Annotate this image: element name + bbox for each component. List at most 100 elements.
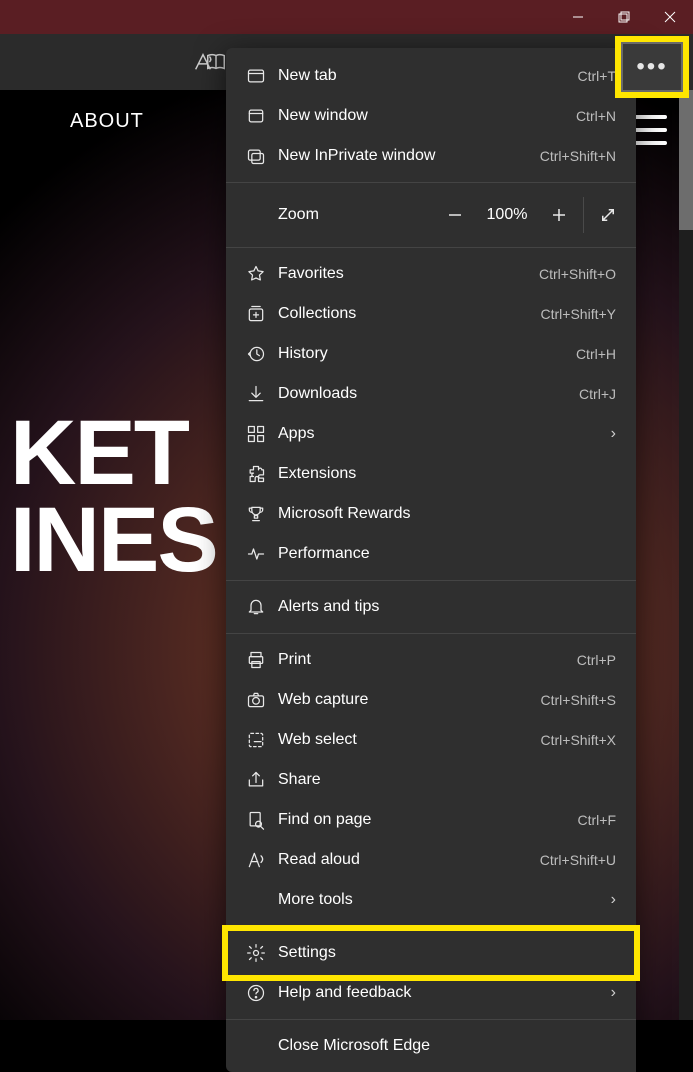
menu-shortcut: Ctrl+P (577, 652, 616, 668)
menu-label: Share (272, 771, 616, 789)
more-menu-button[interactable]: ••• (621, 42, 683, 92)
menu-shortcut: Ctrl+Shift+N (540, 148, 616, 164)
minimize-icon (572, 11, 584, 23)
menu-shortcut: Ctrl+Shift+O (539, 266, 616, 282)
menu-label: Downloads (272, 385, 579, 403)
chevron-right-icon: › (611, 425, 616, 443)
share-icon (240, 770, 272, 790)
menu-label: Collections (272, 305, 541, 323)
menu-shortcut: Ctrl+Shift+X (541, 732, 616, 748)
menu-shortcut: Ctrl+H (576, 346, 616, 362)
menu-share[interactable]: Share (226, 760, 636, 800)
menu-label: More tools (272, 891, 611, 909)
menu-label: Performance (272, 545, 616, 563)
menu-separator (226, 182, 636, 183)
chevron-right-icon: › (611, 891, 616, 909)
zoom-out-button[interactable] (433, 193, 477, 237)
apps-icon (240, 424, 272, 444)
web-select-icon (240, 730, 272, 750)
menu-label: Apps (272, 425, 611, 443)
menu-label: Favorites (272, 265, 539, 283)
menu-find-on-page[interactable]: Find on page Ctrl+F (226, 800, 636, 840)
menu-performance[interactable]: Performance (226, 534, 636, 574)
maximize-icon (618, 11, 630, 23)
book-icon (205, 51, 227, 73)
menu-label: Help and feedback (272, 984, 611, 1002)
menu-label: Print (272, 651, 577, 669)
menu-label: Close Microsoft Edge (272, 1037, 616, 1055)
menu-collections[interactable]: Collections Ctrl+Shift+Y (226, 294, 636, 334)
window-icon (240, 106, 272, 126)
bell-icon (240, 597, 272, 617)
inprivate-icon (240, 146, 272, 166)
menu-label: Find on page (272, 811, 578, 829)
site-nav: ABOUT (70, 110, 144, 133)
menu-extensions[interactable]: Extensions (226, 454, 636, 494)
close-icon (664, 11, 676, 23)
menu-shortcut: Ctrl+N (576, 108, 616, 124)
menu-inprivate-window[interactable]: New InPrivate window Ctrl+Shift+N (226, 136, 636, 176)
menu-shortcut: Ctrl+Shift+U (540, 852, 616, 868)
menu-shortcut: Ctrl+T (578, 68, 617, 84)
menu-label: New InPrivate window (272, 147, 540, 165)
puzzle-icon (240, 464, 272, 484)
hero-text: KET INES (10, 410, 217, 585)
ellipsis-icon: ••• (636, 53, 667, 81)
menu-history[interactable]: History Ctrl+H (226, 334, 636, 374)
hero-line-1: KET (10, 410, 217, 497)
menu-shortcut: Ctrl+F (578, 812, 617, 828)
new-tab-icon (240, 66, 272, 86)
menu-shortcut: Ctrl+Shift+S (541, 692, 616, 708)
menu-alerts-and-tips[interactable]: Alerts and tips (226, 587, 636, 627)
menu-microsoft-rewards[interactable]: Microsoft Rewards (226, 494, 636, 534)
menu-label: Microsoft Rewards (272, 505, 616, 523)
more-menu-highlight: ••• (615, 36, 689, 98)
fullscreen-button[interactable] (586, 193, 630, 237)
menu-favorites[interactable]: Favorites Ctrl+Shift+O (226, 254, 636, 294)
zoom-divider (583, 197, 584, 233)
nav-about-link[interactable]: ABOUT (70, 110, 144, 133)
zoom-label: Zoom (240, 206, 433, 224)
menu-label: New tab (272, 67, 578, 85)
menu-label: Read aloud (272, 851, 540, 869)
menu-shortcut: Ctrl+Shift+Y (541, 306, 616, 322)
site-hamburger-button[interactable] (631, 115, 667, 145)
menu-new-window[interactable]: New window Ctrl+N (226, 96, 636, 136)
menu-downloads[interactable]: Downloads Ctrl+J (226, 374, 636, 414)
zoom-in-button[interactable] (537, 193, 581, 237)
menu-shortcut: Ctrl+J (579, 386, 616, 402)
read-aloud-icon (240, 850, 272, 870)
menu-new-tab[interactable]: New tab Ctrl+T (226, 56, 636, 96)
menu-label: New window (272, 107, 576, 125)
menu-settings[interactable]: Settings (226, 933, 636, 973)
menu-print[interactable]: Print Ctrl+P (226, 640, 636, 680)
collections-icon (240, 304, 272, 324)
menu-label: Web capture (272, 691, 541, 709)
zoom-value: 100% (477, 206, 537, 224)
hero-line-2: INES (10, 497, 217, 584)
menu-help-feedback[interactable]: Help and feedback › (226, 973, 636, 1013)
find-icon (240, 810, 272, 830)
menu-separator (226, 926, 636, 927)
menu-label: Web select (272, 731, 541, 749)
close-button[interactable] (647, 0, 693, 34)
minimize-button[interactable] (555, 0, 601, 34)
scrollbar-thumb[interactable] (679, 90, 693, 230)
menu-label: Extensions (272, 465, 616, 483)
menu-label: Alerts and tips (272, 598, 616, 616)
star-icon (240, 264, 272, 284)
menu-more-tools[interactable]: More tools › (226, 880, 636, 920)
menu-separator (226, 580, 636, 581)
printer-icon (240, 650, 272, 670)
window-titlebar (0, 0, 693, 34)
menu-apps[interactable]: Apps › (226, 414, 636, 454)
camera-icon (240, 690, 272, 710)
menu-web-capture[interactable]: Web capture Ctrl+Shift+S (226, 680, 636, 720)
menu-web-select[interactable]: Web select Ctrl+Shift+X (226, 720, 636, 760)
maximize-button[interactable] (601, 0, 647, 34)
trophy-icon (240, 504, 272, 524)
menu-close-edge[interactable]: Close Microsoft Edge (226, 1026, 636, 1066)
menu-separator (226, 247, 636, 248)
menu-zoom-row: Zoom 100% (226, 189, 636, 241)
menu-read-aloud[interactable]: Read aloud Ctrl+Shift+U (226, 840, 636, 880)
